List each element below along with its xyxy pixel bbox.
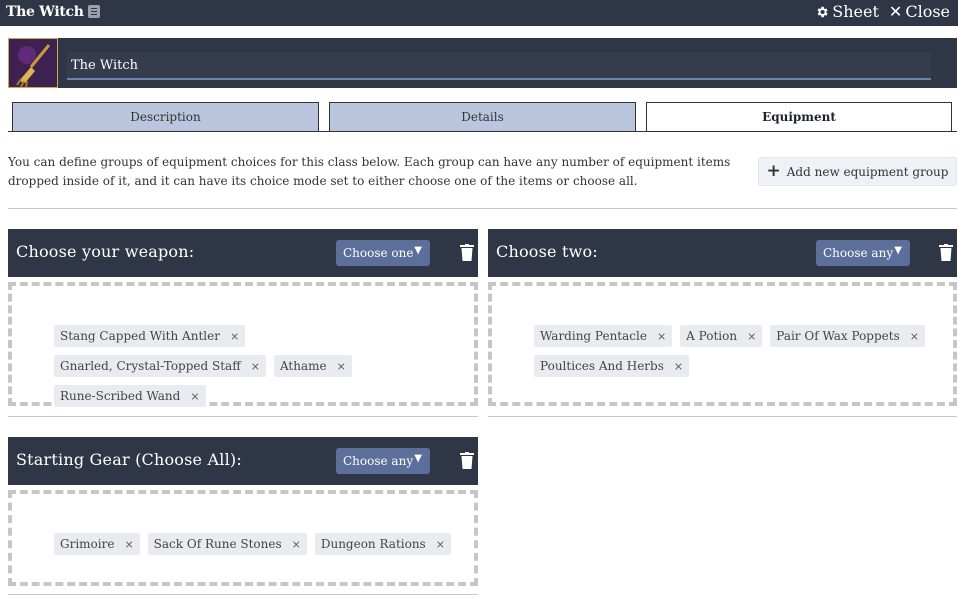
equipment-item-list: Stang Capped With Antler × Gnarled, Cryst… (54, 325, 454, 407)
remove-item-icon[interactable]: × (124, 538, 133, 551)
remove-item-icon[interactable]: × (190, 390, 199, 403)
sheet-label: Sheet (832, 2, 879, 21)
class-portrait[interactable] (8, 38, 58, 88)
equipment-item-list: Warding Pentacle × A Potion × Pair Of Wax … (534, 325, 934, 377)
equipment-chip: Stang Capped With Antler × (54, 325, 246, 347)
chip-label: Poultices And Herbs (540, 359, 664, 373)
remove-item-icon[interactable]: × (657, 330, 666, 343)
group-separator (8, 416, 478, 417)
choice-mode-value: Choose any (823, 246, 894, 260)
delete-group-icon[interactable] (460, 244, 474, 261)
tab-details[interactable]: Details (329, 102, 636, 132)
chevron-down-icon: ▼ (894, 245, 902, 256)
choice-mode-select[interactable]: Choose any ▼ (816, 240, 910, 266)
group-header: Choose two: Choose any ▼ (488, 229, 957, 277)
add-equipment-group-button[interactable]: + Add new equipment group (758, 157, 957, 186)
class-name-input[interactable] (67, 52, 931, 80)
class-header (8, 38, 957, 88)
chip-label: Rune-Scribed Wand (60, 389, 181, 403)
equipment-drop-zone[interactable]: Stang Capped With Antler × Gnarled, Cryst… (8, 282, 478, 407)
equipment-chip: Dungeon Rations × (314, 533, 451, 555)
chip-label: Gnarled, Crystal-Topped Staff (60, 359, 241, 373)
plus-icon: + (766, 161, 781, 181)
equipment-chip: Rune-Scribed Wand × (54, 385, 206, 407)
chevron-down-icon: ▼ (414, 245, 422, 256)
remove-item-icon[interactable]: × (910, 330, 919, 343)
remove-item-icon[interactable]: × (436, 538, 445, 551)
chip-label: A Potion (686, 329, 738, 343)
close-button[interactable]: ✕ Close (889, 2, 950, 21)
equipment-group: Choose your weapon: Choose one ▼ Stang C… (8, 229, 478, 407)
choice-mode-value: Choose one (343, 246, 414, 260)
chip-label: Pair Of Wax Poppets (776, 329, 900, 343)
chip-label: Warding Pentacle (540, 329, 647, 343)
chip-label: Grimoire (60, 537, 115, 551)
group-title: Starting Gear (Choose All): (16, 450, 242, 469)
remove-item-icon[interactable]: × (251, 360, 260, 373)
remove-item-icon[interactable]: × (230, 330, 239, 343)
chip-label: Sack Of Rune Stones (153, 537, 282, 551)
tab-description[interactable]: Description (12, 102, 319, 132)
remove-item-icon[interactable]: × (747, 330, 756, 343)
sheet-tabs: Description Details Equipment (12, 102, 952, 132)
broom-icon (9, 39, 57, 87)
equipment-chip: Grimoire × (54, 533, 140, 555)
equipment-chip: Warding Pentacle × (534, 325, 673, 347)
choice-mode-select[interactable]: Choose one ▼ (336, 240, 430, 266)
group-header: Choose your weapon: Choose one ▼ (8, 229, 478, 277)
remove-item-icon[interactable]: × (292, 538, 301, 551)
remove-item-icon[interactable]: × (674, 360, 683, 373)
group-title: Choose two: (496, 242, 598, 261)
group-title: Choose your weapon: (16, 242, 195, 261)
equipment-chip: Gnarled, Crystal-Topped Staff × (54, 355, 266, 377)
window-title: The Witch (6, 4, 100, 20)
tab-equipment[interactable]: Equipment (646, 102, 952, 132)
chip-label: Stang Capped With Antler (60, 329, 220, 343)
equipment-chip: A Potion × (680, 325, 763, 347)
equipment-group: Starting Gear (Choose All): Choose any ▼… (8, 437, 478, 586)
window-actions: Sheet ✕ Close (815, 2, 950, 21)
group-separator (488, 416, 957, 417)
equipment-chip: Athame × (273, 355, 352, 377)
sheet-button[interactable]: Sheet (815, 2, 879, 21)
window-titlebar: The Witch Sheet ✕ Close (0, 0, 958, 26)
gear-icon (817, 6, 828, 17)
equipment-group: Choose two: Choose any ▼ Warding Pentacl… (488, 229, 957, 407)
close-icon: ✕ (888, 2, 903, 21)
chip-label: Dungeon Rations (320, 537, 426, 551)
group-header: Starting Gear (Choose All): Choose any ▼ (8, 437, 478, 485)
equipment-chip: Poultices And Herbs × (534, 355, 690, 377)
tabs-divider (8, 131, 957, 132)
add-group-label: Add new equipment group (786, 164, 949, 179)
equipment-intro: You can define groups of equipment choic… (8, 155, 731, 188)
choice-mode-select[interactable]: Choose any ▼ (336, 448, 430, 474)
equipment-chip: Sack Of Rune Stones × (147, 533, 307, 555)
section-divider (8, 208, 957, 209)
delete-group-icon[interactable] (939, 244, 953, 261)
equipment-drop-zone[interactable]: Grimoire × Sack Of Rune Stones × Dungeon R… (8, 490, 478, 586)
equipment-chip: Pair Of Wax Poppets × (770, 325, 925, 347)
equipment-item-list: Grimoire × Sack Of Rune Stones × Dungeon R… (54, 533, 454, 555)
close-label: Close (905, 2, 950, 21)
delete-group-icon[interactable] (460, 452, 474, 469)
choice-mode-value: Choose any (343, 454, 414, 468)
equipment-drop-zone[interactable]: Warding Pentacle × A Potion × Pair Of Wax … (488, 282, 957, 406)
window-title-text: The Witch (6, 4, 84, 20)
journal-icon[interactable] (87, 5, 100, 18)
group-separator (8, 594, 478, 595)
chip-label: Athame (279, 359, 327, 373)
remove-item-icon[interactable]: × (337, 360, 346, 373)
chevron-down-icon: ▼ (414, 453, 422, 464)
